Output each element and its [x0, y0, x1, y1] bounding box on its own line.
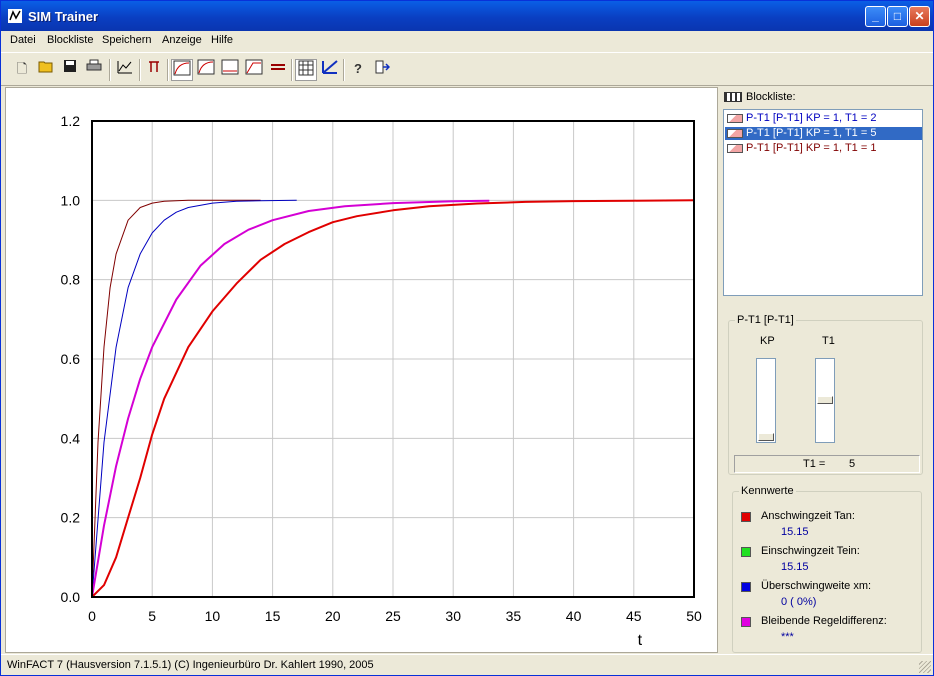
plot-four-icon[interactable] [243, 59, 265, 81]
block-list-item[interactable]: P-T1 [P-T1] KP = 1, T1 = 5 [725, 127, 922, 140]
exit-icon[interactable] [371, 59, 393, 81]
y-tick-label: 0.4 [61, 430, 81, 446]
kennwert-label: Einschwingzeit Tein: [761, 545, 860, 557]
blocklist-icon [724, 92, 742, 103]
t1-slider-thumb[interactable] [817, 396, 833, 404]
block-edit-icon[interactable] [114, 59, 136, 81]
line-style-icon[interactable] [267, 59, 289, 81]
color-swatch [741, 582, 751, 592]
series-line [91, 199, 490, 598]
toolbar-separator [109, 59, 111, 81]
kennwert-value: 0 ( 0%) [781, 596, 817, 608]
t1-slider[interactable] [815, 358, 835, 443]
toolbar-separator [291, 59, 293, 81]
block-list-item-label: P-T1 [P-T1] KP = 1, T1 = 5 [746, 127, 877, 139]
x-tick-label: 30 [445, 608, 461, 624]
t1-label: T1 [822, 335, 835, 347]
block-icon [727, 129, 743, 138]
kp-slider[interactable] [756, 358, 776, 443]
status-bar: WinFACT 7 (Hausversion 7.1.5.1) (C) Inge… [1, 654, 933, 675]
title-bar[interactable]: SIM Trainer _ □ ✕ [1, 1, 933, 31]
toolbar-separator [343, 59, 345, 81]
y-tick-label: 0.6 [61, 351, 81, 367]
print-icon[interactable] [83, 59, 105, 81]
block-icon [727, 144, 743, 153]
x-tick-label: 25 [385, 608, 401, 624]
plot-one-icon[interactable] [171, 59, 193, 81]
param-value: 5 [849, 458, 856, 470]
kennwerte-group: Kennwerte Anschwingzeit Tan: 15.15 Einsch… [732, 485, 922, 653]
x-tick-label: 5 [148, 608, 156, 624]
kennwert-value: 15.15 [781, 561, 809, 573]
x-tick-label: 50 [686, 608, 702, 624]
open-icon[interactable] [35, 59, 57, 81]
kennwert-label: Anschwingzeit Tan: [761, 510, 855, 522]
menu-datei[interactable]: Datei [10, 34, 36, 46]
y-tick-label: 1.2 [61, 113, 81, 129]
x-axis-label: t [638, 632, 643, 649]
color-swatch [741, 547, 751, 557]
main-window: SIM Trainer _ □ ✕ Datei Blockliste Speic… [0, 0, 934, 676]
autoscale-icon[interactable] [319, 59, 341, 81]
param-value-name: T1 = [803, 458, 826, 470]
color-swatch [741, 617, 751, 627]
block-list-item-label: P-T1 [P-T1] KP = 1, T1 = 2 [746, 112, 877, 124]
status-text: WinFACT 7 (Hausversion 7.1.5.1) (C) Inge… [7, 659, 374, 671]
toolbar-separator [139, 59, 141, 81]
kennwert-label: Bleibende Regeldifferenz: [761, 615, 887, 627]
block-list-item-label: P-T1 [P-T1] KP = 1, T1 = 1 [746, 142, 877, 154]
menu-hilfe[interactable]: Hilfe [211, 34, 233, 46]
grid-icon[interactable] [295, 59, 317, 81]
kp-label: KP [760, 335, 775, 347]
minimize-button[interactable]: _ [865, 6, 886, 27]
cursor-icon[interactable] [143, 59, 165, 81]
blockliste-title: Blockliste: [746, 91, 796, 103]
kennwert-label: Überschwingweite xm: [761, 580, 872, 592]
x-tick-label: 0 [88, 608, 96, 624]
x-tick-label: 20 [325, 608, 341, 624]
plot-area[interactable]: 0 5 10 15 20 25 30 35 40 45 50 0.0 0.2 0.4 0.6 0.8 1.0 1.… [5, 87, 718, 653]
x-tick-label: 35 [506, 608, 522, 624]
toolbar: 🗋 ? [1, 52, 933, 86]
app-icon [8, 9, 22, 23]
block-list-item[interactable]: P-T1 [P-T1] KP = 1, T1 = 1 [725, 142, 922, 155]
menu-speichern[interactable]: Speichern [102, 34, 152, 46]
window-title: SIM Trainer [28, 9, 99, 24]
menu-bar: Datei Blockliste Speichern Anzeige Hilfe [1, 31, 933, 50]
blockliste-header: Blockliste: [724, 91, 796, 105]
kennwert-value: *** [781, 631, 794, 643]
y-tick-label: 0.2 [61, 510, 81, 526]
params-group: P-T1 [P-T1] KP T1 T1 = 5 [728, 314, 923, 475]
new-icon[interactable]: 🗋 [11, 59, 33, 81]
color-swatch [741, 512, 751, 522]
param-value-box: T1 = 5 [734, 455, 920, 473]
block-list[interactable]: P-T1 [P-T1] KP = 1, T1 = 2 P-T1 [P-T1] K… [723, 109, 923, 296]
x-tick-label: 40 [566, 608, 582, 624]
y-tick-label: 0.0 [61, 589, 81, 605]
toolbar-separator [167, 59, 169, 81]
resize-grip[interactable] [919, 661, 931, 673]
plot-three-icon[interactable] [219, 59, 241, 81]
kennwert-value: 15.15 [781, 526, 809, 538]
y-tick-label: 1.0 [61, 192, 81, 208]
maximize-button[interactable]: □ [887, 6, 908, 27]
save-icon[interactable] [59, 59, 81, 81]
menu-anzeige[interactable]: Anzeige [162, 34, 202, 46]
step-response-chart: 0 5 10 15 20 25 30 35 40 45 50 0.0 0.2 0.4 0.6 0.8 1.0 1.… [61, 113, 702, 649]
x-tick-label: 45 [626, 608, 642, 624]
block-icon [727, 114, 743, 123]
plot-two-icon[interactable] [195, 59, 217, 81]
kp-slider-thumb[interactable] [758, 433, 774, 441]
block-list-item[interactable]: P-T1 [P-T1] KP = 1, T1 = 2 [725, 112, 922, 125]
y-tick-label: 0.8 [61, 272, 81, 288]
help-icon[interactable]: ? [347, 59, 369, 81]
kennwerte-title: Kennwerte [739, 485, 796, 497]
close-button[interactable]: ✕ [909, 6, 930, 27]
series-line [91, 199, 261, 598]
right-panel: Blockliste: P-T1 [P-T1] KP = 1, T1 = 2 P… [720, 87, 932, 653]
params-group-title: P-T1 [P-T1] [735, 314, 796, 326]
x-tick-label: 10 [205, 608, 221, 624]
x-tick-label: 15 [265, 608, 281, 624]
menu-blockliste[interactable]: Blockliste [47, 34, 93, 46]
